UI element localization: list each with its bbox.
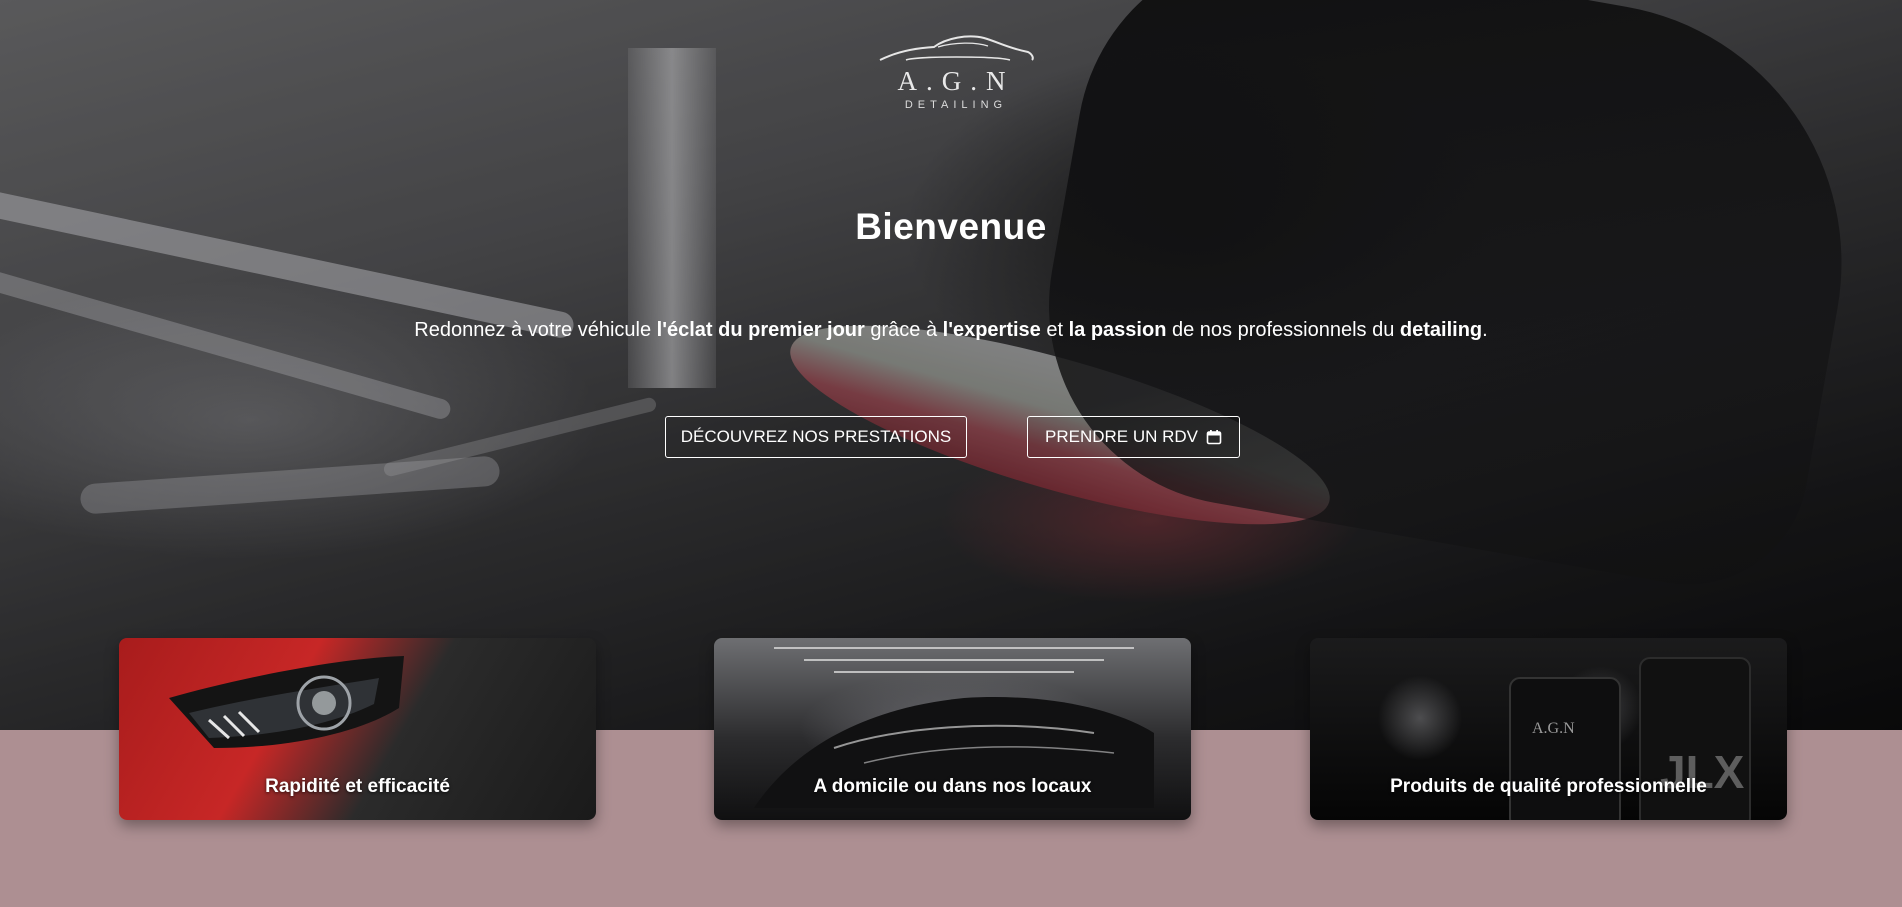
hero-tagline: Redonnez à votre véhicule l'éclat du pre… (414, 319, 1488, 341)
feature-card-products[interactable]: A.G.N JLX Produits de qualité profession… (1310, 638, 1787, 820)
feature-card-label: Rapidité et efficacité (265, 776, 450, 797)
calendar-icon (1206, 430, 1222, 445)
car-silhouette-icon (879, 35, 1034, 61)
logo-brand: A.G.N (897, 66, 1015, 96)
book-appointment-button[interactable]: PRENDRE UN RDV (1027, 416, 1240, 458)
feature-card-location[interactable]: A domicile ou dans nos locaux (714, 638, 1191, 820)
feature-card-label: A domicile ou dans nos locaux (813, 776, 1092, 797)
svg-text:A.G.N: A.G.N (1532, 720, 1575, 737)
agn-logo[interactable]: A.G.N DETAILING (876, 30, 1036, 130)
discover-services-button[interactable]: DÉCOUVREZ NOS PRESTATIONS (665, 416, 967, 458)
feature-card-label: Produits de qualité professionnelle (1390, 776, 1707, 797)
book-appointment-label: PRENDRE UN RDV (1044, 427, 1199, 446)
feature-card-speed[interactable]: Rapidité et efficacité (119, 638, 596, 820)
discover-services-label: DÉCOUVREZ NOS PRESTATIONS (680, 427, 952, 446)
page-title: Bienvenue (855, 206, 1047, 247)
logo-subtitle: DETAILING (904, 99, 1008, 111)
